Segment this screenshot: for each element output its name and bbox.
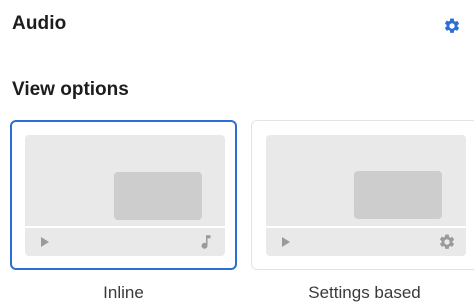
- music-note-icon: [201, 235, 211, 249]
- option-card-settings-based[interactable]: [251, 120, 474, 270]
- settings-button[interactable]: [439, 13, 465, 39]
- video-preview-overlay: [114, 172, 202, 220]
- gear-icon: [439, 234, 455, 249]
- preview-controls-bar: [25, 228, 225, 256]
- play-icon: [41, 237, 49, 247]
- gear-icon: [444, 18, 460, 33]
- page-title: Audio: [12, 13, 67, 34]
- preview-controls-bar: [266, 228, 466, 256]
- option-label-settings-based: Settings based: [308, 283, 421, 302]
- play-icon: [282, 237, 290, 247]
- section-title: View options: [12, 79, 129, 100]
- option-card-inline[interactable]: [10, 120, 237, 270]
- video-preview-overlay: [354, 171, 442, 219]
- option-label-inline: Inline: [103, 283, 144, 302]
